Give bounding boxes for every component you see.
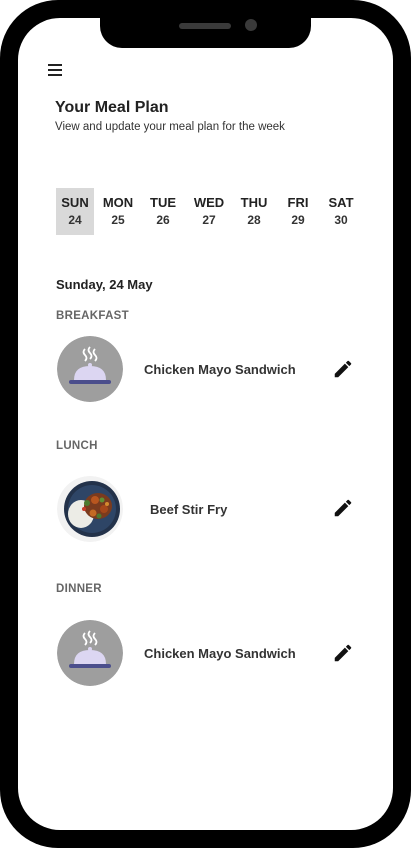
day-number: 25 (111, 213, 125, 227)
day-number: 29 (291, 213, 305, 227)
pencil-edit-icon[interactable] (332, 497, 354, 519)
screen (18, 18, 393, 830)
day-tab-sun[interactable]: SUN 24 (56, 188, 94, 235)
meal-section-label-dinner: DINNER (56, 583, 102, 595)
day-number: 30 (334, 213, 348, 227)
pencil-edit-icon[interactable] (332, 642, 354, 664)
day-number: 24 (68, 213, 82, 227)
day-tab-sat[interactable]: SAT 30 (322, 188, 360, 235)
day-name: FRI (287, 195, 309, 210)
day-tab-tue[interactable]: TUE 26 (144, 188, 182, 235)
day-name: TUE (150, 195, 176, 210)
meal-name-breakfast[interactable]: Chicken Mayo Sandwich (144, 362, 296, 377)
day-name: SAT (328, 195, 354, 210)
phone-notch (100, 18, 311, 48)
food-cloche-icon (57, 336, 123, 402)
day-number: 26 (156, 213, 170, 227)
day-tab-wed[interactable]: WED 27 (190, 188, 228, 235)
hamburger-menu-icon[interactable] (48, 64, 62, 76)
day-tab-fri[interactable]: FRI 29 (279, 188, 317, 235)
day-name: MON (102, 195, 134, 210)
meal-section-label-lunch: LUNCH (56, 440, 98, 452)
meal-name-dinner[interactable]: Chicken Mayo Sandwich (144, 646, 296, 661)
meal-section-label-breakfast: BREAKFAST (56, 310, 129, 322)
selected-date-heading: Sunday, 24 May (56, 277, 153, 292)
day-number: 27 (202, 213, 216, 227)
page-title: Your Meal Plan (55, 99, 169, 116)
day-tab-mon[interactable]: MON 25 (99, 188, 137, 235)
food-cloche-icon (57, 620, 123, 686)
day-name: THU (240, 195, 268, 210)
page-subtitle: View and update your meal plan for the w… (55, 121, 285, 133)
pencil-edit-icon[interactable] (332, 358, 354, 380)
speaker-grille (179, 23, 231, 29)
meal-name-lunch[interactable]: Beef Stir Fry (150, 502, 227, 517)
front-camera (245, 19, 257, 31)
day-name: SUN (61, 195, 89, 210)
day-number: 28 (247, 213, 261, 227)
stir-fry-photo (57, 476, 123, 542)
day-tab-thu[interactable]: THU 28 (235, 188, 273, 235)
day-name: WED (193, 195, 225, 210)
